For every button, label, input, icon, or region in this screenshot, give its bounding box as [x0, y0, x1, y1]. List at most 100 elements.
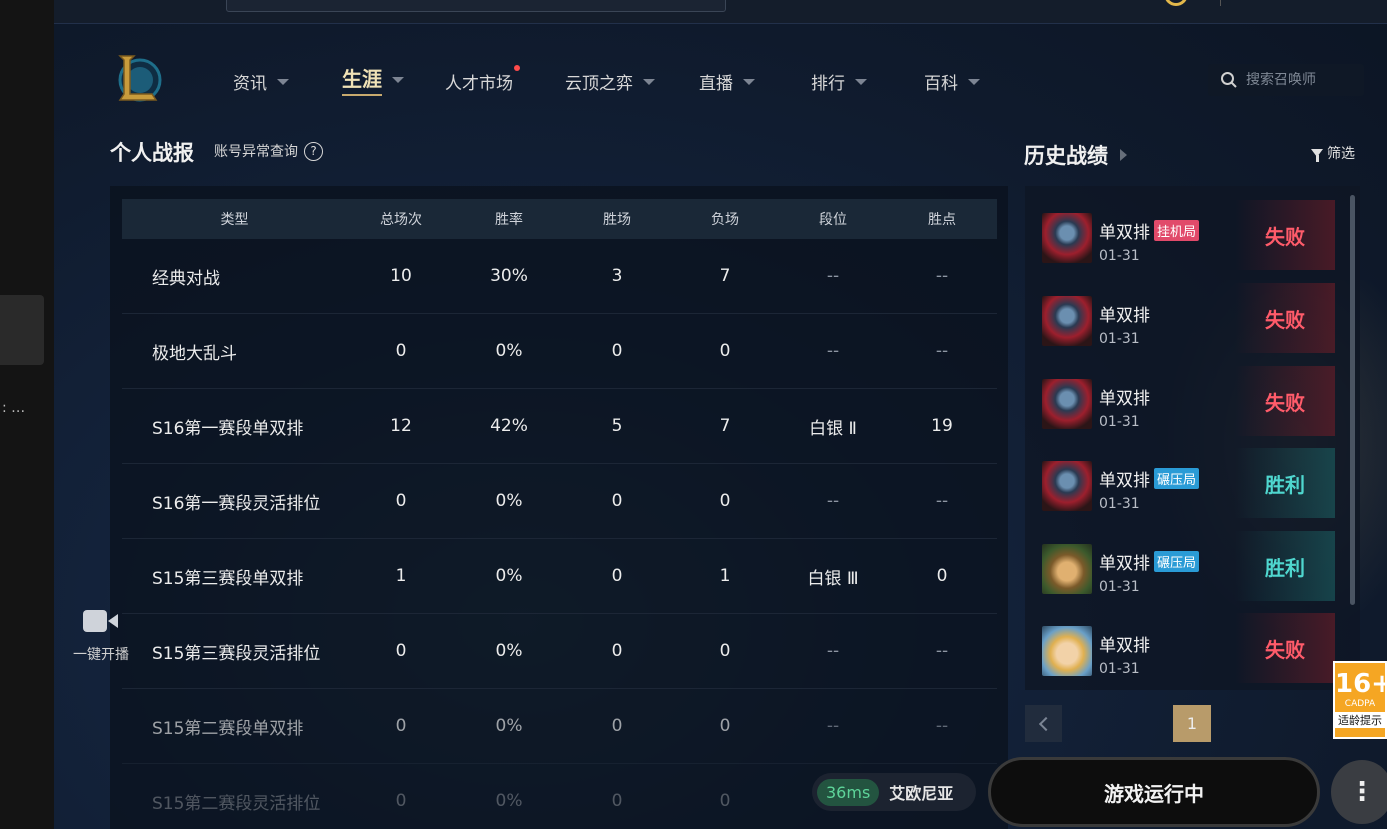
cell-rank: 白银 Ⅱ — [809, 418, 857, 439]
filter-label: 筛选 — [1327, 146, 1355, 162]
cell-lp: -- — [935, 491, 949, 511]
chevron-left-icon — [1038, 716, 1053, 731]
left-sidebar-card[interactable] — [0, 295, 44, 365]
cell-winrate: 0% — [495, 716, 523, 736]
pagination-page-1[interactable]: 1 — [1173, 705, 1211, 742]
cell-wins: 0 — [611, 716, 623, 736]
account-abnormal-link[interactable]: 账号异常查询 ? — [214, 141, 323, 161]
cell-rank: 白银 Ⅲ — [807, 568, 859, 589]
champion-avatar — [1042, 379, 1092, 429]
cell-total: 0 — [395, 491, 407, 511]
top-divider — [1220, 0, 1221, 6]
chevron-down-icon — [855, 79, 867, 85]
search-input[interactable] — [1246, 72, 1356, 88]
lol-logo-icon[interactable] — [112, 50, 164, 106]
champion-avatar — [1042, 544, 1092, 594]
history-item[interactable]: 单双排 01-31 失败 — [1035, 366, 1335, 438]
cell-winrate: 0% — [495, 341, 523, 361]
history-title: 历史战绩 — [1024, 144, 1108, 168]
stream-button[interactable]: 一键开播 — [64, 608, 138, 664]
table-row: S16第一赛段单双排 12 42% 5 7 白银 Ⅱ 19 — [122, 389, 997, 464]
more-menu-button[interactable]: ⋮ — [1331, 760, 1387, 824]
cell-losses: 7 — [719, 266, 731, 286]
nav-item-label: 百科 — [924, 73, 958, 94]
nav-item-label: 云顶之弈 — [565, 73, 633, 94]
cell-lp: 19 — [931, 416, 953, 436]
cell-type: 极地大乱斗 — [152, 343, 237, 364]
more-vertical-icon: ⋮ — [1349, 777, 1375, 807]
header-type: 类型 — [220, 212, 249, 228]
summoner-search[interactable] — [1208, 64, 1364, 96]
history-title-link[interactable]: 历史战绩 — [1024, 140, 1127, 170]
age-rating-badge: 16+ CADPA 适龄提示 — [1333, 661, 1387, 739]
nav-item-wiki[interactable]: 百科 — [924, 68, 980, 94]
match-tag-badge: 碾压局 — [1154, 468, 1200, 489]
cell-wins: 3 — [611, 266, 623, 286]
cell-rank: -- — [826, 341, 840, 361]
champion-avatar — [1042, 213, 1092, 263]
history-item[interactable]: 单双排 碾压局 01-31 胜利 — [1035, 531, 1335, 603]
cell-type: S15第二赛段单双排 — [152, 718, 304, 739]
filter-button[interactable]: 筛选 — [1311, 143, 1355, 163]
queue-mode: 单双排 碾压局 — [1099, 466, 1200, 491]
cell-winrate: 42% — [490, 416, 528, 436]
history-item[interactable]: 单双排 挂机局 01-31 失败 — [1035, 200, 1335, 272]
nav-item-label: 直播 — [699, 73, 733, 94]
cell-total: 1 — [395, 566, 407, 586]
chevron-down-icon — [643, 79, 655, 85]
cell-total: 0 — [395, 641, 407, 661]
nav-item-label: 生涯 — [342, 63, 382, 96]
top-search-field[interactable] — [226, 0, 726, 12]
history-item[interactable]: 单双排 01-31 失败 — [1035, 283, 1335, 355]
nav-item-talent-market[interactable]: 人才市场 — [445, 64, 520, 94]
history-scrollbar[interactable] — [1350, 195, 1355, 605]
stats-table-header: 类型 总场次 胜率 胜场 负场 段位 胜点 — [122, 199, 997, 239]
queue-mode-label: 单双排 — [1099, 389, 1150, 409]
nav-item-news[interactable]: 资讯 — [233, 68, 289, 94]
cell-type: S16第一赛段单双排 — [152, 418, 304, 439]
cell-losses: 0 — [719, 791, 731, 811]
queue-mode-label: 单双排 — [1099, 554, 1150, 574]
age-rating-tip: 适龄提示 — [1335, 712, 1385, 728]
history-item[interactable]: 单双排 碾压局 01-31 胜利 — [1035, 448, 1335, 520]
queue-mode: 单双排 碾压局 — [1099, 549, 1200, 574]
cell-winrate: 30% — [490, 266, 528, 286]
nav-item-ranking[interactable]: 排行 — [811, 68, 867, 94]
server-status[interactable]: 36ms 艾欧尼亚 — [812, 773, 976, 811]
table-row: 极地大乱斗 0 0% 0 0 -- -- — [122, 314, 997, 389]
cell-winrate: 0% — [495, 791, 523, 811]
nav-item-career[interactable]: 生涯 — [342, 66, 404, 96]
match-result: 失败 — [1235, 613, 1335, 683]
chevron-down-icon — [968, 79, 980, 85]
match-date: 01-31 — [1099, 661, 1140, 677]
game-running-button[interactable]: 游戏运行中 — [988, 757, 1320, 827]
header-wins: 胜场 — [603, 212, 631, 228]
header-losses: 负场 — [711, 212, 739, 228]
cell-total: 12 — [390, 416, 412, 436]
nav-item-live[interactable]: 直播 — [699, 68, 755, 94]
cell-losses: 1 — [719, 566, 731, 586]
nav-item-label: 人才市场 — [445, 64, 520, 94]
queue-mode-label: 单双排 — [1099, 636, 1150, 656]
table-row: S15第三赛段灵活排位 0 0% 0 0 -- -- — [122, 614, 997, 689]
header-total: 总场次 — [380, 212, 422, 228]
cell-wins: 0 — [611, 791, 623, 811]
cell-lp: -- — [935, 341, 949, 361]
table-row: S16第一赛段灵活排位 0 0% 0 0 -- -- — [122, 464, 997, 539]
header-rank: 段位 — [819, 212, 847, 228]
nav-item-tft[interactable]: 云顶之弈 — [565, 68, 655, 94]
match-date: 01-31 — [1099, 496, 1140, 512]
help-icon[interactable]: ? — [304, 141, 323, 161]
match-date: 01-31 — [1099, 331, 1140, 347]
filter-icon — [1311, 149, 1323, 162]
cell-losses: 0 — [719, 341, 731, 361]
cell-losses: 0 — [719, 641, 731, 661]
header-lp: 胜点 — [928, 212, 956, 228]
table-row: S15第二赛段单双排 0 0% 0 0 -- -- — [122, 689, 997, 764]
cell-losses: 7 — [719, 416, 731, 436]
cell-winrate: 0% — [495, 641, 523, 661]
match-tag-badge: 碾压局 — [1154, 551, 1200, 572]
pagination-prev-button[interactable] — [1025, 705, 1062, 742]
history-item[interactable]: 单双排 01-31 失败 — [1035, 613, 1335, 685]
cell-rank: -- — [826, 491, 840, 511]
